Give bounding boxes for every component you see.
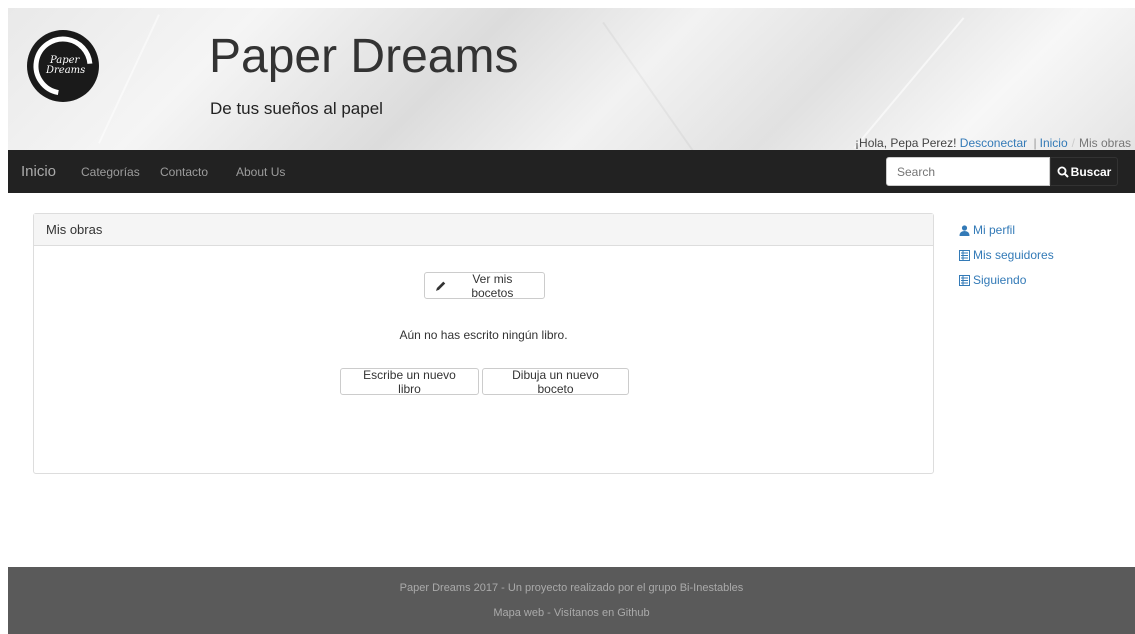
sitemap-link[interactable]: Mapa web [493, 607, 544, 619]
sidebar-item-following[interactable]: Siguiendo [959, 273, 1026, 287]
greeting-text: ¡Hola, Pepa Perez! [855, 136, 957, 150]
breadcrumb-current: Mis obras [1078, 136, 1131, 150]
sidebar-item-label: Mi perfil [973, 223, 1016, 237]
nav-link-contacto[interactable]: Contacto [160, 165, 208, 179]
paper-crease [98, 14, 160, 144]
paper-crease [853, 17, 965, 149]
new-book-button[interactable]: Escribe un nuevo libro [340, 368, 479, 396]
logo-text-line2: Dreams [45, 65, 85, 76]
footer-dash: - [544, 607, 554, 619]
sidebar-item-profile[interactable]: Mi perfil [959, 223, 1015, 237]
paper-crease [602, 21, 696, 150]
works-panel: Mis obras Ver mis bocetos Aún no has esc… [33, 213, 934, 474]
pencil-icon [435, 281, 446, 291]
search-button-label: Buscar [1070, 164, 1112, 179]
site-footer: Paper Dreams 2017 - Un proyecto realizad… [8, 567, 1135, 634]
github-link[interactable]: Visítanos en Github [554, 607, 650, 619]
footer-credits: Paper Dreams 2017 - Un proyecto realizad… [399, 582, 744, 594]
separator: | [1033, 136, 1037, 150]
search-input[interactable] [886, 157, 1050, 186]
logout-link[interactable]: Desconectar [960, 136, 1027, 150]
main-navbar: Inicio Categorías Contacto About Us Busc… [8, 150, 1135, 193]
breadcrumb-home[interactable]: Inicio [1040, 136, 1068, 150]
view-sketches-label: Ver mis bocetos [471, 271, 514, 300]
empty-books-message: Aún no has escrito ningún libro. [399, 328, 568, 342]
nav-brand-home[interactable]: Inicio [21, 163, 56, 180]
site-logo[interactable]: Paper Dreams [27, 30, 99, 102]
user-bar: ¡Hola, Pepa Perez! Desconectar | Inicio / M… [855, 136, 1131, 150]
sidebar-item-label: Siguiendo [973, 273, 1027, 287]
panel-heading: Mis obras [34, 214, 933, 246]
breadcrumb-separator: / [1071, 136, 1075, 150]
nav-link-categorias[interactable]: Categorías [81, 165, 140, 179]
nav-link-about[interactable]: About Us [236, 165, 285, 179]
list-icon [959, 274, 970, 286]
new-sketch-button[interactable]: Dibuja un nuevo boceto [482, 368, 629, 396]
sidebar-item-followers[interactable]: Mis seguidores [959, 248, 1054, 262]
search-icon [1057, 166, 1069, 178]
moon-logo-icon: Paper Dreams [29, 32, 97, 100]
site-header: Paper Dreams Paper Dreams De tus sueños … [8, 8, 1135, 150]
sidebar-item-label: Mis seguidores [973, 248, 1054, 262]
footer-links: Mapa web - Visítanos en Github [8, 607, 1135, 619]
search-button[interactable]: Buscar [1050, 157, 1118, 186]
list-icon [959, 249, 970, 261]
view-sketches-button[interactable]: Ver mis bocetos [424, 271, 545, 300]
user-icon [959, 224, 970, 236]
site-subtitle: De tus sueños al papel [210, 99, 383, 118]
site-title: Paper Dreams [209, 30, 519, 83]
